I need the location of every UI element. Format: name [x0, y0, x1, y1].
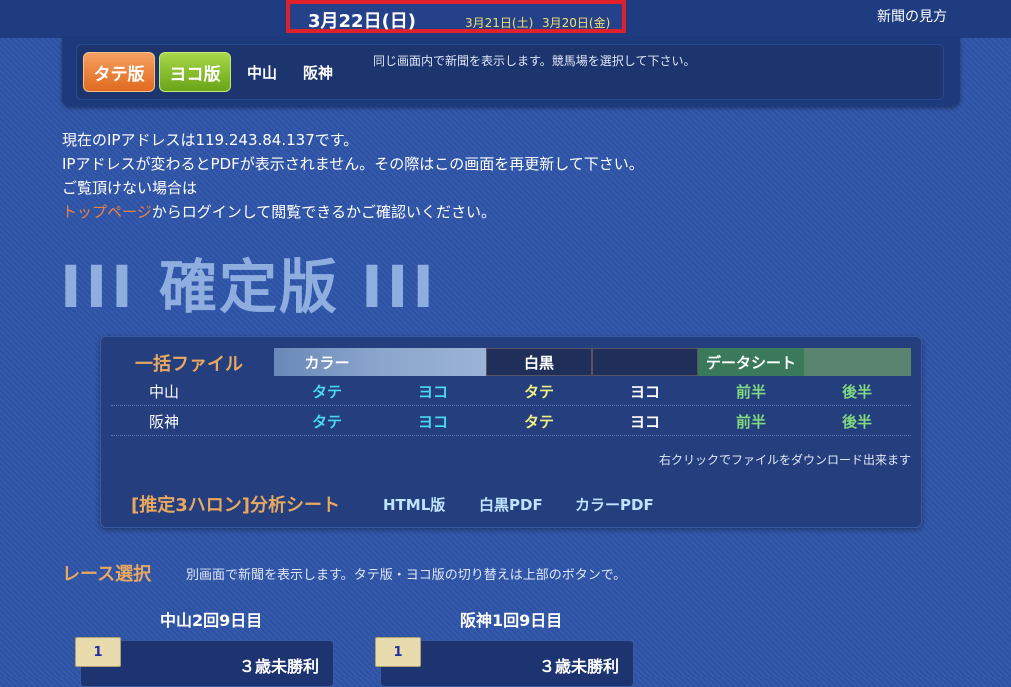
ip-message: 現在のIPアドレスは119.243.84.137です。: [62, 131, 359, 149]
color-tate-link[interactable]: タテ: [274, 411, 380, 432]
color-yoko-link[interactable]: ヨコ: [380, 381, 486, 402]
panel-note: 同じ画面内で新聞を表示します。競馬場を選択して下さい。: [373, 54, 696, 68]
analysis-bw-pdf-link[interactable]: 白黒PDF: [479, 494, 543, 515]
race-name[interactable]: ３歳未勝利: [539, 653, 619, 677]
title-label: 確定版: [158, 253, 339, 321]
race-number[interactable]: 1: [375, 637, 421, 667]
yoko-button[interactable]: ヨコ版: [159, 52, 231, 92]
venue-label-nakayama: 中山2回9日目: [160, 611, 263, 630]
course-hanshin-link[interactable]: 阪神: [303, 62, 333, 83]
analysis-sheet-title: [推定3ハロン]分析シート: [131, 495, 340, 516]
color-yoko-link[interactable]: ヨコ: [380, 411, 486, 432]
bw-yoko-link[interactable]: ヨコ: [592, 411, 698, 432]
header-bw: 白黒: [486, 348, 592, 376]
header-bw-fill: [592, 348, 698, 376]
current-date[interactable]: 3月22日(日): [308, 7, 416, 33]
date-link-fri[interactable]: 3月20日(金): [542, 14, 610, 31]
bulk-file-box: 一括ファイル カラー 白黒 データシート 中山 タテ ヨコ タテ ヨコ 前半 後…: [100, 336, 922, 528]
bw-tate-link[interactable]: タテ: [486, 411, 592, 432]
top-page-link[interactable]: トップページ: [62, 203, 152, 221]
help-message: ご覧頂けない場合は: [62, 179, 198, 197]
color-tate-link[interactable]: タテ: [274, 381, 380, 402]
bw-yoko-link[interactable]: ヨコ: [592, 381, 698, 402]
login-message-text: からログインして閲覧できるかご確認いください。: [151, 203, 496, 221]
race-name[interactable]: ３歳未勝利: [239, 653, 319, 677]
date-selector: 3月22日(日) 3月21日(土) 3月20日(金): [286, 0, 626, 33]
race-select-title: レース選択: [62, 564, 152, 585]
table-row: 中山 タテ ヨコ タテ ヨコ 前半 後半: [111, 377, 911, 406]
bw-tate-link[interactable]: タテ: [486, 381, 592, 402]
header-color: カラー: [274, 348, 380, 376]
race-card[interactable]: 1 ３歳未勝利: [75, 637, 334, 687]
right-click-note: 右クリックでファイルをダウンロード出来ます: [658, 453, 911, 467]
header-datasheet: データシート: [698, 348, 804, 376]
header-datasheet-fill: [804, 348, 911, 376]
title-bars-right: III: [361, 253, 438, 321]
data-second-half-link[interactable]: 後半: [804, 411, 910, 432]
ip-warning: IPアドレスが変わるとPDFが表示されません。その際はこの画面を再更新して下さい…: [62, 155, 644, 173]
tate-button[interactable]: タテ版: [83, 52, 155, 92]
data-second-half-link[interactable]: 後半: [804, 381, 910, 402]
guide-link[interactable]: 新聞の見方: [877, 6, 947, 26]
data-first-half-link[interactable]: 前半: [698, 411, 804, 432]
table-row: 阪神 タテ ヨコ タテ ヨコ 前半 後半: [111, 407, 911, 436]
date-link-sat[interactable]: 3月21日(土): [465, 14, 533, 31]
header-color-fill: [380, 348, 486, 376]
data-first-half-link[interactable]: 前半: [698, 381, 804, 402]
title-bars-left: III: [60, 253, 137, 321]
analysis-color-pdf-link[interactable]: カラーPDF: [575, 494, 654, 515]
page-title: III 確定版 III: [60, 240, 438, 324]
venue-label-hanshin: 阪神1回9日目: [460, 611, 563, 630]
bulk-file-title: 一括ファイル: [135, 354, 243, 375]
row-name: 阪神: [149, 413, 180, 431]
course-panel: タテ版 ヨコ版 中山 阪神 同じ画面内で新聞を表示します。競馬場を選択して下さい…: [62, 38, 960, 106]
row-name: 中山: [149, 383, 180, 401]
login-message: トップページからログインして閲覧できるかご確認いください。: [62, 200, 496, 224]
course-panel-inner: タテ版 ヨコ版 中山 阪神 同じ画面内で新聞を表示します。競馬場を選択して下さい…: [76, 44, 944, 100]
race-select-note: 別画面で新聞を表示します。タテ版・ヨコ版の切り替えは上部のボタンで。: [186, 568, 627, 583]
analysis-html-link[interactable]: HTML版: [383, 494, 445, 515]
race-card[interactable]: 1 ３歳未勝利: [375, 637, 634, 687]
course-nakayama-link[interactable]: 中山: [247, 62, 277, 83]
race-number[interactable]: 1: [75, 637, 121, 667]
